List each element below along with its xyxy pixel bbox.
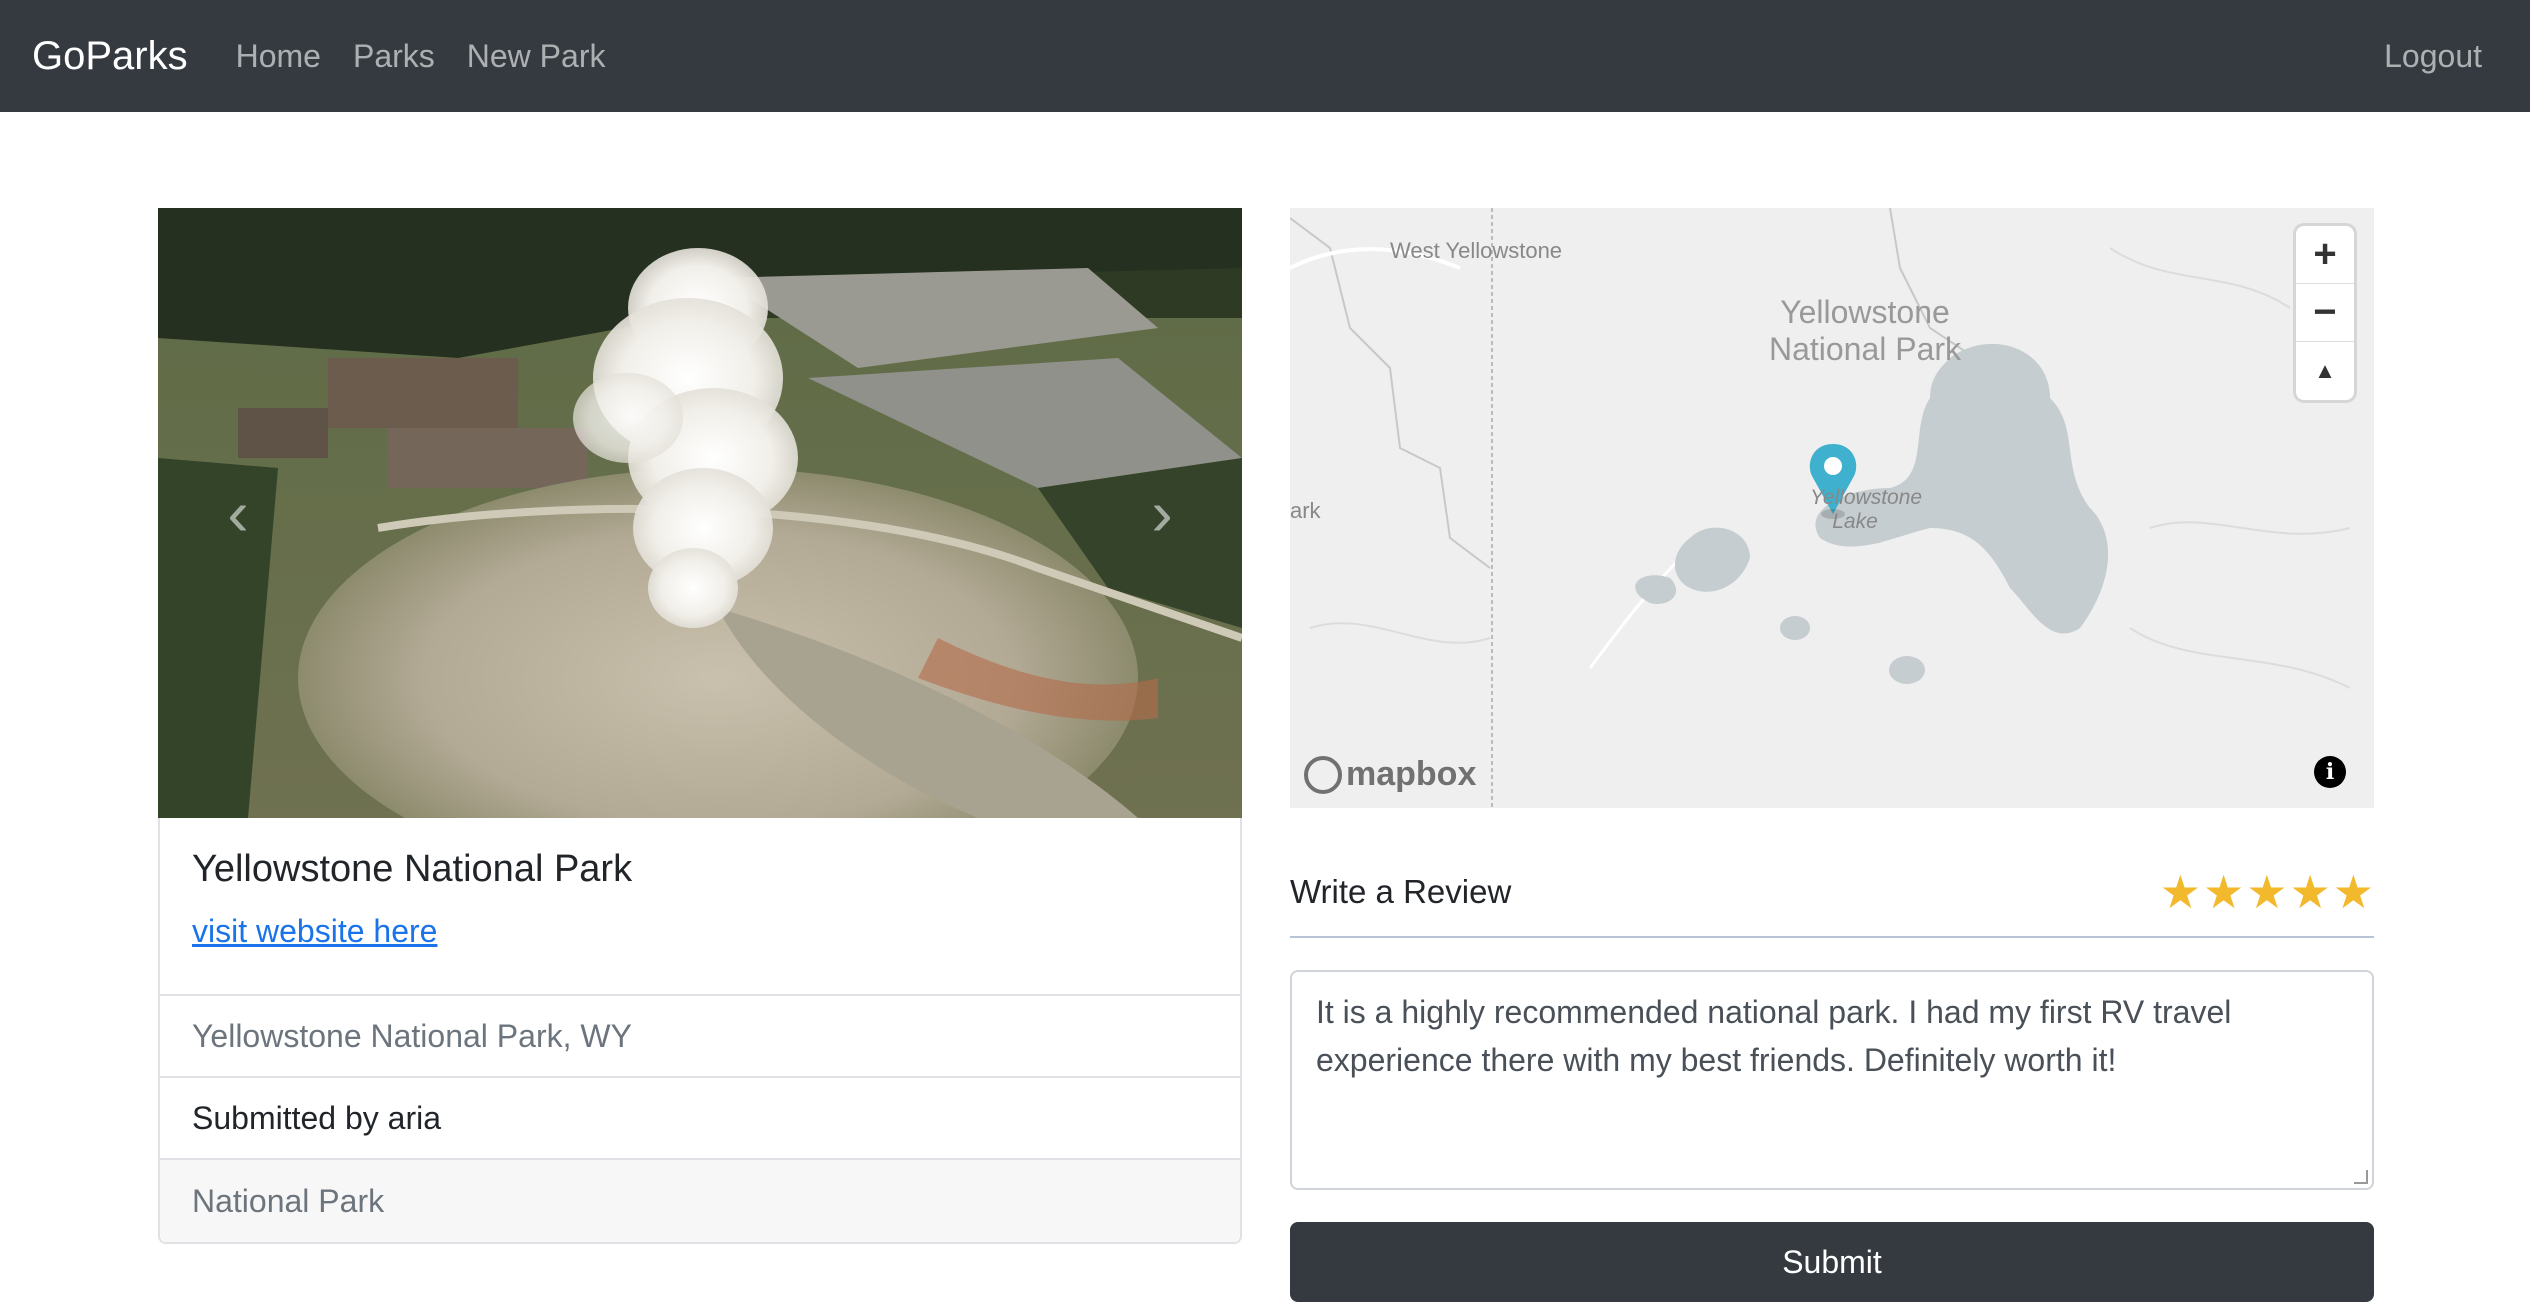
map-label-west-yellowstone: West Yellowstone [1390, 238, 1563, 263]
park-info-card: Yellowstone National Park visit website … [158, 818, 1242, 1244]
chevron-left-icon: ‹ [227, 477, 249, 549]
nav-link-home[interactable]: Home [236, 38, 321, 75]
compass-button[interactable]: ▲ [2296, 342, 2354, 400]
nav-link-parks[interactable]: Parks [353, 38, 435, 75]
star-icon[interactable]: ★ [2246, 869, 2287, 915]
review-heading: Write a Review [1290, 873, 1512, 910]
compass-icon: ▲ [2314, 358, 2336, 383]
map-label-edge: ark [1290, 498, 1321, 523]
zoom-out-button[interactable]: − [2296, 284, 2354, 342]
brand-link[interactable]: GoParks [32, 34, 188, 79]
submit-button[interactable]: Submit [1290, 1222, 2374, 1302]
star-icon[interactable]: ★ [2160, 869, 2201, 915]
star-icon[interactable]: ★ [2203, 869, 2244, 915]
mapbox-icon [1304, 755, 1342, 794]
mapbox-wordmark: mapbox [1346, 755, 1477, 793]
website-link[interactable]: visit website here [192, 913, 437, 949]
park-submitted-by: Submitted by aria [160, 1078, 1240, 1160]
map-zoom-controls: + − ▲ [2296, 226, 2354, 400]
attribution-info-button[interactable]: i [2314, 756, 2346, 788]
chevron-right-icon: › [1151, 477, 1173, 549]
review-header: Write a Review ★ ★ ★ ★ ★ [1290, 848, 2374, 938]
star-icon[interactable]: ★ [2333, 869, 2374, 915]
logout-link[interactable]: Logout [2384, 38, 2482, 75]
park-category: National Park [160, 1160, 1240, 1242]
carousel-prev-button[interactable]: ‹ [158, 208, 318, 818]
nav-link-new-park[interactable]: New Park [467, 38, 606, 75]
navbar: GoParks Home Parks New Park Logout [0, 0, 2530, 112]
review-text: It is a highly recommended national park… [1316, 994, 2232, 1078]
park-map[interactable]: West Yellowstone Yellowstone National Pa… [1290, 208, 2374, 808]
star-rating[interactable]: ★ ★ ★ ★ ★ [2160, 869, 2374, 915]
park-image-carousel: ‹ › [158, 208, 1242, 818]
park-location: Yellowstone National Park, WY [160, 996, 1240, 1078]
map-label-park: Yellowstone National Park [1768, 294, 1962, 367]
map-label-lake: Yellowstone Lake [1810, 486, 1923, 534]
park-title: Yellowstone National Park [192, 848, 633, 890]
carousel-next-button[interactable]: › [1082, 208, 1242, 818]
star-icon[interactable]: ★ [2290, 869, 2331, 915]
card-body: Yellowstone National Park visit website … [160, 818, 1240, 996]
resize-handle-icon[interactable] [2354, 1170, 2368, 1184]
mapbox-logo[interactable]: mapbox [1304, 755, 1476, 794]
review-textarea[interactable]: It is a highly recommended national park… [1290, 970, 2374, 1190]
park-photo [158, 208, 1242, 818]
zoom-in-button[interactable]: + [2296, 226, 2354, 284]
